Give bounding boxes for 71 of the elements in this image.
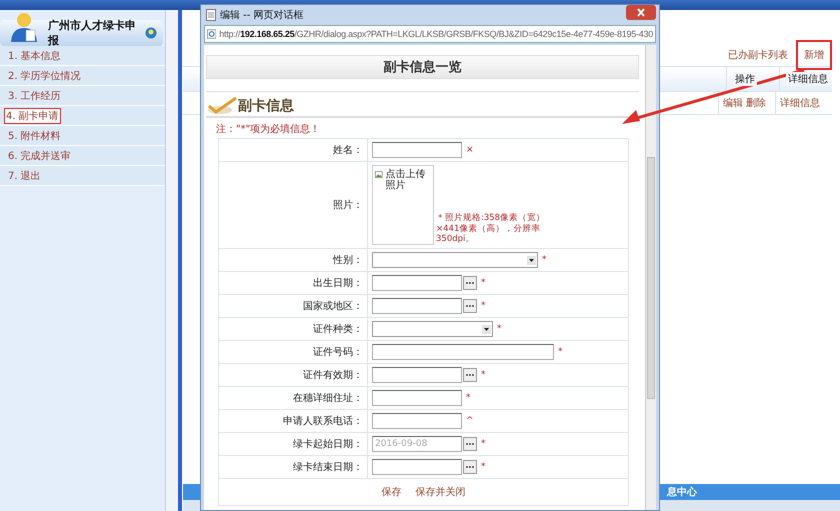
required-marker: * [481,301,486,311]
ellipsis-icon[interactable] [463,368,477,382]
scrollbar[interactable] [645,45,656,510]
field-label: 性别： [333,254,363,267]
date-field[interactable] [372,367,462,383]
field-label: 申请人联系电话： [283,414,363,428]
address-field[interactable]: http://192.168.65.25/GZHR/dialog.aspx?PATH=LKGL/LKSB/GRSB/FKSQ/BJ&ZID=6429c15e-4e77-459e-8195-430 [204,25,656,43]
field-label: 证件号码： [313,346,363,359]
field-label: 照片： [333,198,363,212]
splitter-bar[interactable] [166,10,183,511]
required-marker: * [542,255,546,265]
field-label: 绿卡起始日期： [293,438,363,451]
required-note: 注："*"项为必填信息！ [216,122,322,136]
sidebar-item[interactable]: 4. 副卡申请 [0,106,165,126]
list-title: 已办副卡列表 [728,48,788,62]
field-label: 绿卡结束日期： [293,460,363,474]
sidebar-item[interactable]: 5. 附件材料 [0,126,165,146]
date-field[interactable] [372,275,462,291]
add-link[interactable]: 新增 [796,40,832,70]
date-field[interactable] [372,459,462,475]
sidebar-title: 广州市人才绿卡申报 [48,18,137,48]
field-label: 证件种类： [313,322,363,336]
photo-upload[interactable]: 点击上传照片 [372,165,434,245]
globe-icon[interactable] [145,27,157,39]
required-marker: * [481,370,486,380]
photo-hint: ＊照片规格:358像素（宽）×441像素（高），分辨率350dpi。 [436,213,546,245]
dropdown-arrow-icon [482,324,491,334]
sidebar-item[interactable]: 7. 退出 [0,166,165,186]
sidebar-item[interactable]: 3. 工作经历 [0,86,165,106]
page-heading: 副卡信息一览 [206,55,639,79]
dropdown-arrow-icon [527,256,536,264]
required-marker: * [481,278,486,288]
required-marker: * [481,462,486,472]
dialog-title: 编辑 -- 网页对话框 [220,8,304,22]
required-marker: × [466,145,474,155]
required-marker: * [466,393,470,403]
required-marker: * [481,439,486,449]
required-marker: * [497,324,502,334]
action-link[interactable]: 编辑 [723,96,743,110]
required-marker: ^ [466,416,474,426]
sidebar-item[interactable]: 6. 完成并送审 [0,146,165,166]
field-label: 证件有效期： [303,368,363,382]
check-mark-icon [206,97,238,115]
required-marker: * [558,347,562,357]
sidebar-item[interactable]: 2. 学历学位情况 [0,66,165,86]
column-header: 详细信息 [786,72,830,86]
input-field[interactable] [372,344,554,360]
ellipsis-icon[interactable] [463,276,477,290]
input-field[interactable] [372,142,462,158]
input-field[interactable] [372,390,462,406]
column-header: 操作 [733,72,757,86]
date-field[interactable] [372,298,462,314]
ellipsis-icon[interactable] [463,437,477,451]
close-icon[interactable] [626,4,656,20]
action-link[interactable]: 删除 [746,96,766,110]
input-field[interactable] [372,413,462,429]
dropdown[interactable] [372,321,493,337]
field-label: 姓名： [333,144,363,157]
image-icon [375,170,383,179]
field-label: 国家或地区： [303,300,363,313]
save-link[interactable]: 保存并关闭 [416,485,466,499]
field-label: 出生日期： [313,276,363,290]
sidebar-item[interactable]: 1. 基本信息 [0,46,165,66]
status-text: 息中心 [667,485,697,499]
section-title: 副卡信息 [238,97,294,115]
detail-link[interactable]: 详细信息 [780,96,820,110]
field-label: 在穗详细住址： [293,392,363,405]
ellipsis-icon[interactable] [463,299,477,313]
ellipsis-icon[interactable] [463,460,477,474]
save-link[interactable]: 保存 [382,485,402,499]
dropdown[interactable] [372,252,538,268]
